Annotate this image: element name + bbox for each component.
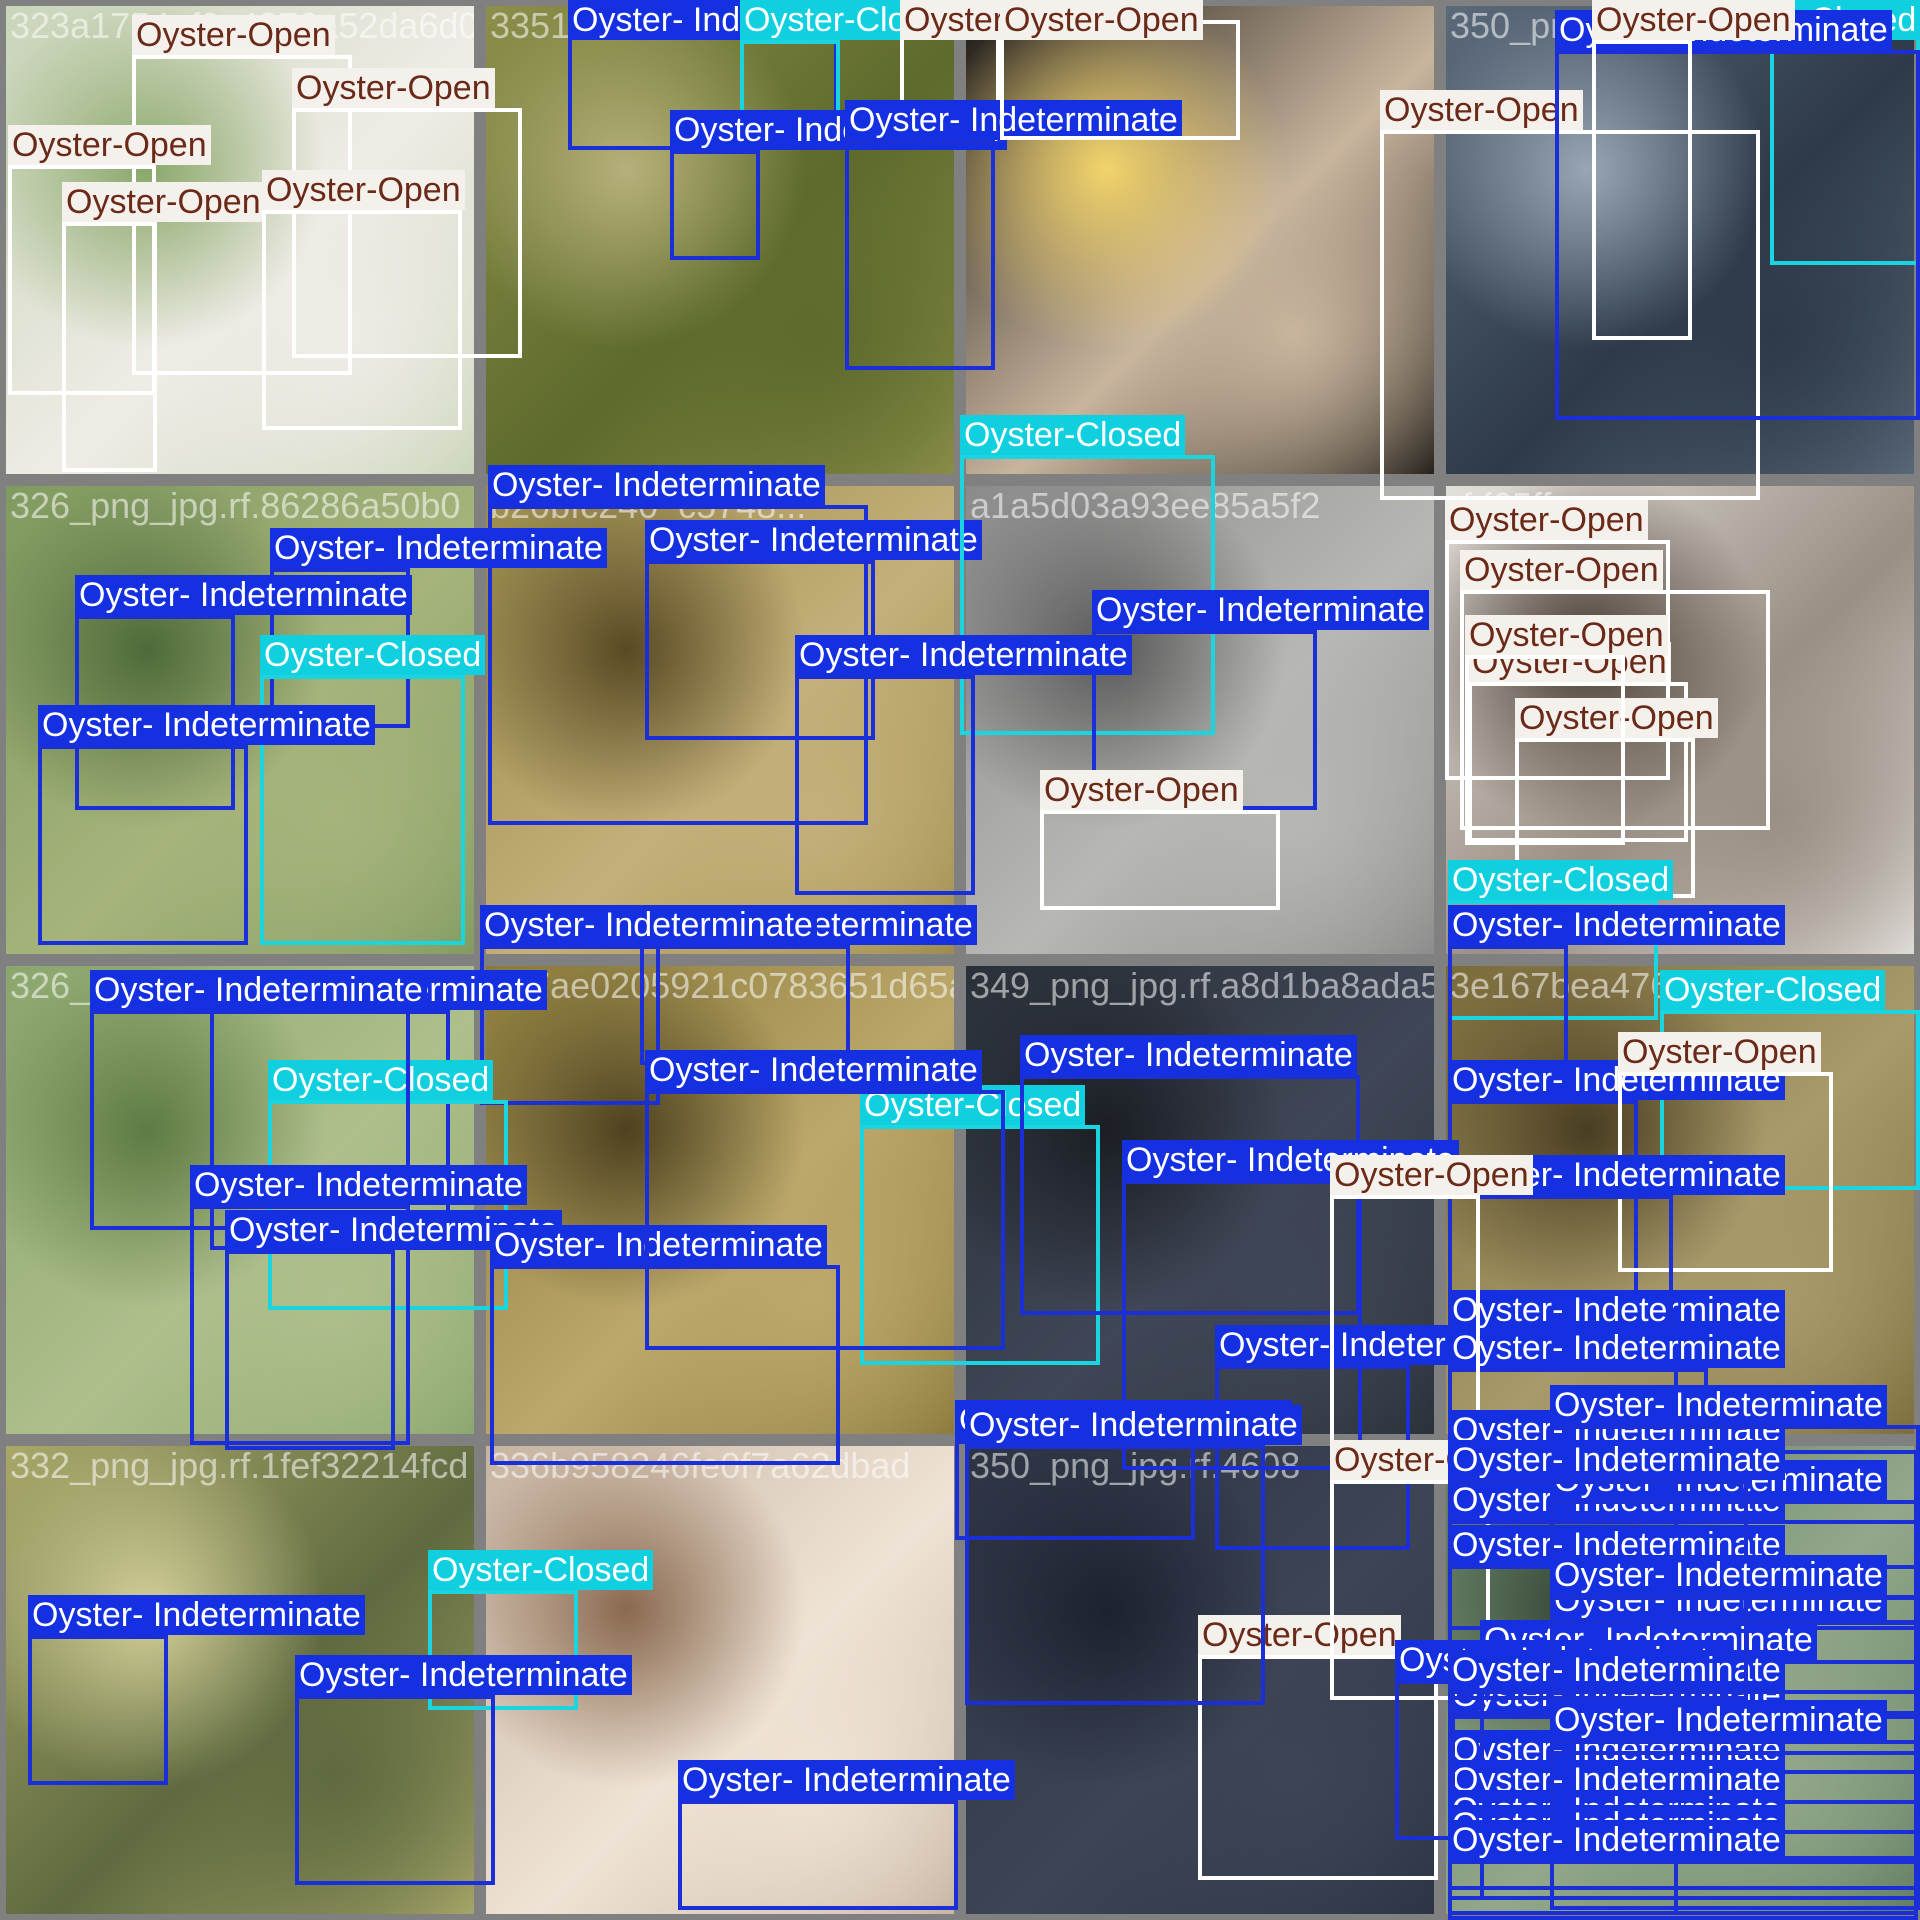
detection-box <box>795 675 975 895</box>
detection-label: Oyster- Indeterminate <box>1020 1035 1357 1075</box>
detection-box <box>480 945 660 1105</box>
detection-label: Oyster-Closed <box>1448 860 1674 900</box>
detection-box <box>1465 655 1625 845</box>
detection-label: Oyster- Indeterminate <box>190 1165 527 1205</box>
detection-label: Oyster- Indeterminate <box>795 635 1132 675</box>
detection-label: Oyster- Indeterminate <box>28 1595 365 1635</box>
detection-box <box>38 745 248 945</box>
detection-label: Oyster- Indeterminate <box>1550 1700 1887 1740</box>
detection-label: Oyster-Open <box>8 125 211 165</box>
detection-box <box>1592 40 1692 340</box>
detection-box <box>1395 1680 1455 1840</box>
detection-label: Oyster-Open <box>1000 0 1203 40</box>
detection-box <box>295 1695 495 1885</box>
detection-label: Oyster-Open <box>62 182 265 222</box>
detection-label: Oyster- Indeterminate <box>965 1405 1302 1445</box>
detection-label: Oyster-Open <box>1592 0 1795 40</box>
detection-label: Oyster- Indeterminate <box>645 1050 982 1090</box>
detection-label: Oyster- Indeterminate <box>1448 905 1785 945</box>
detection-box <box>1040 810 1280 910</box>
detection-box <box>225 1250 395 1450</box>
detection-box <box>645 1090 1005 1350</box>
detection-label: Oyster-Closed <box>428 1550 654 1590</box>
detection-label: Oyster- Indeterminate <box>38 705 375 745</box>
detection-box <box>678 1800 958 1910</box>
detection-label: Oyster- Indeterminate <box>488 465 825 505</box>
detection-label: Oyster- Indeterminate <box>90 970 427 1010</box>
detection-label: Oyster- Indeterminate <box>75 575 412 615</box>
detection-label: Oyster- Indeterminate <box>480 905 817 945</box>
detection-box <box>262 210 462 430</box>
detection-label: Oyster- Indeterminate <box>1092 590 1429 630</box>
detection-label: Oyster- Indeterminate <box>645 520 982 560</box>
detection-box <box>965 1445 1265 1705</box>
detection-label: Oyster-Open <box>1380 90 1583 130</box>
detection-label: Oyster-Open <box>1330 1155 1533 1195</box>
detection-label: Oyster-Open <box>1040 770 1243 810</box>
detection-box <box>670 150 760 260</box>
detection-label: Oyster- Indeterminate <box>678 1760 1015 1800</box>
detection-box <box>1448 1860 1918 1920</box>
detection-label: Oyster- Indeterminate <box>1448 1820 1785 1860</box>
detection-label: Oyster-Closed <box>1660 970 1886 1010</box>
detection-label: Oyster- Indeterminate <box>1550 1555 1887 1595</box>
detection-box <box>640 945 850 1065</box>
detection-label: Oyster- Indeterminate <box>1448 1440 1785 1480</box>
detection-label: Oyster-Open <box>262 170 465 210</box>
detection-mosaic: 323a1754af9c4276a52da6d03351faa62dbad350… <box>0 0 1920 1920</box>
detection-box <box>845 140 995 370</box>
detection-label: Oyster- Indeterminate <box>270 528 607 568</box>
detection-label: Oyster-Open <box>132 15 335 55</box>
detection-label: Oyster-Closed <box>260 635 486 675</box>
detection-label: Oyster- Indeterminate <box>295 1655 632 1695</box>
detection-label: Oyster-Open <box>1618 1032 1821 1072</box>
detection-label: Oyster-Open <box>1445 500 1648 540</box>
detection-box <box>62 222 157 472</box>
detection-label: Oyster- Indeterminate <box>1448 1328 1785 1368</box>
detection-label: Oyster-Closed <box>960 415 1186 455</box>
detection-label: Oyster-Open <box>1465 615 1668 655</box>
detection-box <box>1448 1195 1673 1335</box>
detection-label: Oyster- Indeterminate <box>1550 1385 1887 1425</box>
detection-label: Oyster-Open <box>292 68 495 108</box>
detection-box <box>28 1635 168 1785</box>
